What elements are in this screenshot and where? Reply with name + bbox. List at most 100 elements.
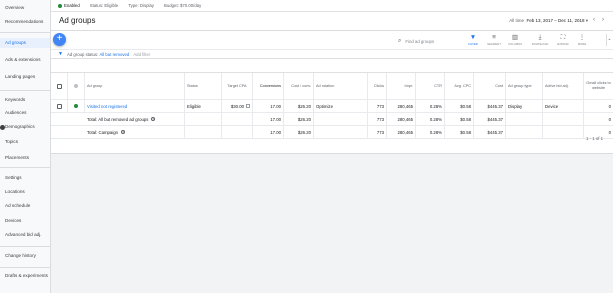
sidebar-item-drafts-experiments[interactable]: Drafts & experiments [0,272,50,286]
help-icon[interactable]: ? [151,117,156,121]
sidebar-item-demographics[interactable]: Demographics [0,122,50,132]
help-icon[interactable]: ? [121,130,126,134]
page-header: Ad groups All time Feb 13, 2017 – Dec 11… [51,12,613,31]
sidebar-item-advanced-bid-adj[interactable]: Advanced bid adj. [0,230,50,240]
filter-chip-value[interactable]: All but removed [99,52,129,57]
sidebar-item-change-history[interactable]: Change history [0,251,50,261]
sidebar-item-topics[interactable]: Topics [0,137,50,147]
total-label-cell: Total: Campaign? [51,126,185,138]
add-ad-group-button[interactable]: + [53,33,66,46]
total-label-cell: Total: All but removed ad groups? [51,113,185,125]
filter-button[interactable]: ▼ FILTER [462,34,484,46]
table-total-row: Total: Campaign? 17.00 $26.20 773 280,46… [51,126,613,139]
col-header-cost-per-conv[interactable]: Cost / conv. [284,73,314,99]
expand-label: EXPAND [557,42,569,46]
total-empty-cell [506,126,543,138]
sidebar-item-settings[interactable]: Settings [0,173,50,183]
search-placeholder: Find ad groups [405,38,435,44]
chevron-down-icon[interactable]: ⌄ [606,36,613,42]
ad-groups-table-card: + ⌕ Find ad groups ▼ FILTER ≡ SEGMENT ▥ COL… [51,31,613,154]
total-empty-cell [314,113,368,125]
total-ctr: 0.28% [416,126,445,138]
col-header-ctr[interactable]: CTR [416,73,445,99]
columns-button[interactable]: ▥ COLUMNS [504,34,526,46]
total-gmail-clicks: 0 [608,116,611,122]
row-checkbox[interactable] [56,103,62,109]
campaign-budget[interactable]: Budget: $70.00/day [164,3,201,8]
total-empty-cell [222,113,253,125]
total-avg-cpc: $0.58 [445,126,474,138]
cursor-icon [0,125,5,130]
total-empty-cell [543,113,584,125]
status-enabled[interactable]: Enabled [64,3,80,8]
row-select-cell[interactable] [51,100,68,112]
select-all-checkbox[interactable] [56,83,62,89]
date-range-picker[interactable]: All time Feb 13, 2017 – Dec 11, 2018 ▾ [509,18,588,24]
sidebar-item-landing-pages[interactable]: Landing pages [0,72,50,82]
chevron-left-icon[interactable]: ‹ [593,17,595,23]
download-label: DOWNLOAD [531,42,549,46]
status-eligible: Status: Eligible [89,3,119,8]
filter-icon: ▼ [469,34,477,41]
col-header-ad-group[interactable]: Ad group [85,73,185,99]
cell-target-cpa[interactable]: $30.00 [222,100,253,112]
sidebar-item-keywords[interactable]: Keywords [0,95,50,105]
col-header-conversions[interactable]: Conversions [253,73,284,99]
columns-icon: ▥ [511,34,519,41]
enabled-status-icon[interactable] [74,104,78,108]
sidebar-item-overview[interactable]: Overview [0,3,50,13]
total-empty-cell [543,126,584,138]
edit-icon[interactable] [246,104,250,108]
date-range-prefix: All time [509,18,524,23]
table-row[interactable]: Visited not registered Eligible $30.00 1… [51,100,613,113]
sidebar-item-ad-groups[interactable]: Ad groups [0,38,50,48]
cell-impr: 280,465 [387,100,416,112]
cell-conversions: 17.00 [253,100,284,112]
col-header-clicks[interactable]: Clicks [368,73,387,99]
col-header-ad-group-type[interactable]: Ad group type [506,73,543,99]
col-header-gmail-clicks[interactable]: Gmail clicks to website [584,73,613,99]
search-input[interactable]: ⌕ Find ad groups [398,37,458,45]
total-empty-cell [314,126,368,138]
sidebar-item-locations[interactable]: Locations [0,187,50,197]
sidebar-item-recommendations[interactable]: Recommendations [0,17,50,27]
chevron-right-icon[interactable]: › [602,17,604,23]
select-all-cell[interactable] [51,73,68,99]
enabled-status-icon [58,3,62,8]
cell-ctr: 0.28% [416,100,445,112]
segment-label: SEGMENT [487,42,501,46]
campaign-type: Type: Display [128,3,155,8]
total-empty-cell [185,113,222,125]
sidebar-divider [0,32,50,33]
cell-cost: $445.37 [474,100,506,112]
sidebar-item-ads-extensions[interactable]: Ads & extensions [0,55,50,65]
total-cost-per-conv: $26.20 [284,126,314,138]
col-header-avg-cpc[interactable]: Avg. CPC [445,73,474,99]
segment-icon: ≡ [492,34,496,41]
col-header-status[interactable]: Status [185,73,222,99]
total-empty-cell [506,113,543,125]
cell-clicks: 773 [368,100,387,112]
row-status-cell[interactable] [68,100,85,112]
sidebar-divider [0,167,50,168]
col-header-impr[interactable]: Impr. [387,73,416,99]
segment-button[interactable]: ≡ SEGMENT [483,34,505,46]
download-button[interactable]: ⤓ DOWNLOAD [529,34,551,46]
total-impr: 280,465 [387,126,416,138]
ad-group-name-link[interactable]: Visited not registered [85,100,185,112]
sidebar-item-placements[interactable]: Placements [0,153,50,163]
col-header-target-cpa[interactable]: Target CPA [222,73,253,99]
col-header-ad-rotation[interactable]: Ad rotation [314,73,368,99]
cell-ad-group-type: Display [506,100,543,112]
total-impr: 280,465 [387,113,416,125]
col-header-cost[interactable]: Cost [474,73,506,99]
more-button[interactable]: ⋮ MORE [571,34,593,46]
cell-ad-rotation: Optimize [314,100,368,112]
sidebar-item-ad-schedule[interactable]: Ad schedule [0,201,50,211]
sidebar-item-devices[interactable]: Devices [0,216,50,226]
col-header-active-bid-adj[interactable]: Active bid adj. [543,73,584,99]
add-filter-link[interactable]: Add filter [133,52,150,57]
cell-cost-per-conv: $26.20 [284,100,314,112]
sidebar-item-audiences[interactable]: Audiences [0,108,50,118]
total-ctr: 0.28% [416,113,445,125]
